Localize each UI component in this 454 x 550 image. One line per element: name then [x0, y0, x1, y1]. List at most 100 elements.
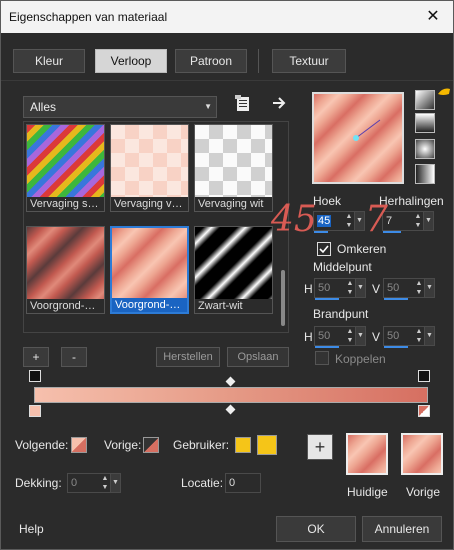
- link-checkbox[interactable]: [315, 351, 329, 365]
- thumb-caption: Vervaging v…: [111, 197, 188, 211]
- chevron-down-icon[interactable]: ▼: [424, 279, 434, 297]
- spin-updown-icon[interactable]: ▲ ▼: [100, 474, 110, 492]
- center-h-slider-bar[interactable]: [315, 298, 339, 300]
- location-value: 0: [229, 477, 236, 489]
- center-v-value: 50: [387, 282, 400, 294]
- radial-style-icon[interactable]: [415, 164, 435, 184]
- spin-updown-icon[interactable]: ▲ ▼: [413, 212, 423, 230]
- chevron-down-icon[interactable]: ▼: [110, 474, 120, 492]
- pointer-hand-icon: [437, 85, 451, 99]
- thumb-caption: Vervaging wit: [195, 197, 272, 211]
- ok-button[interactable]: OK: [276, 516, 356, 542]
- window-title: Eigenschappen van materiaal: [9, 10, 168, 24]
- remove-gradient-button[interactable]: -: [61, 347, 87, 367]
- tab-patroon[interactable]: Patroon: [175, 49, 247, 73]
- gradient-thumb-zwart-wit[interactable]: Zwart-wit: [194, 226, 273, 314]
- center-v-slider-bar[interactable]: [384, 298, 408, 300]
- dialog-footer: Help OK Annuleren: [1, 509, 453, 549]
- current-label: Huidige: [347, 485, 388, 499]
- sunburst-style-icon[interactable]: [415, 139, 435, 159]
- transparency-stop-left[interactable]: [29, 370, 41, 382]
- chevron-down-icon[interactable]: ▼: [355, 279, 365, 297]
- transparency-stop-right[interactable]: [418, 370, 430, 382]
- gradient-direction-handle[interactable]: [314, 94, 402, 182]
- center-h-value: 50: [318, 282, 331, 294]
- center-v-label: V: [372, 282, 381, 296]
- rectangular-style-icon[interactable]: [415, 113, 435, 133]
- prev-color-swatch[interactable]: [143, 437, 159, 453]
- title-bar: Eigenschappen van materiaal ✕: [1, 1, 453, 33]
- spin-updown-icon[interactable]: ▲ ▼: [344, 212, 354, 230]
- library-menu-icon[interactable]: [235, 95, 253, 113]
- chevron-down-icon[interactable]: ▼: [355, 327, 365, 345]
- tab-verloop[interactable]: Verloop: [95, 49, 167, 73]
- save-button[interactable]: Opslaan: [227, 347, 289, 367]
- linear-style-icon[interactable]: [415, 90, 435, 110]
- spin-updown-icon[interactable]: ▲ ▼: [414, 327, 424, 345]
- previous-material-swatch[interactable]: [401, 433, 443, 475]
- category-select[interactable]: Alles ▼: [23, 96, 217, 118]
- black-white-gradient-preview: [195, 227, 272, 301]
- invert-label: Omkeren: [337, 242, 387, 256]
- tab-divider: [258, 49, 259, 73]
- add-to-swatches-button[interactable]: +: [307, 434, 333, 460]
- invert-checkbox[interactable]: [317, 242, 331, 256]
- annotation-angle: 45: [271, 199, 317, 240]
- current-material-swatch[interactable]: [346, 433, 388, 475]
- chevron-down-icon[interactable]: ▼: [423, 212, 433, 230]
- add-gradient-button[interactable]: +: [23, 347, 49, 367]
- gradient-preview[interactable]: [312, 92, 404, 184]
- library-scrollbar-thumb[interactable]: [281, 270, 285, 326]
- help-link[interactable]: Help: [19, 522, 44, 536]
- gradient-thumb-vervaging-s[interactable]: Vervaging s…: [26, 124, 105, 212]
- location-input[interactable]: 0: [225, 473, 261, 493]
- focal-label: Brandpunt: [313, 307, 369, 321]
- location-label: Locatie:: [181, 476, 224, 490]
- color-midpoint[interactable]: [225, 404, 236, 415]
- gradient-thumb-vervaging-wit[interactable]: Vervaging wit: [194, 124, 273, 212]
- chevron-down-icon: ▼: [204, 102, 212, 111]
- repeats-label: Herhalingen: [379, 194, 444, 208]
- cancel-button[interactable]: Annuleren: [362, 516, 442, 542]
- center-v-input[interactable]: 50 ▲ ▼ ▼: [383, 278, 435, 300]
- white-gradient-preview: [195, 125, 272, 199]
- gradient-thumb-voorgrond-2-selected[interactable]: Voorgrond-…: [110, 226, 189, 314]
- angle-input[interactable]: 45 ▲ ▼ ▼: [313, 211, 365, 233]
- color-stop-right[interactable]: [418, 405, 430, 417]
- focal-h-value: 50: [318, 330, 331, 342]
- gradient-bar[interactable]: [34, 387, 428, 403]
- foreground-dark-gradient-preview: [27, 227, 104, 301]
- opacity-input[interactable]: 0 ▲ ▼ ▼: [67, 473, 121, 493]
- category-select-value: Alles: [30, 100, 57, 114]
- opacity-label: Dekking:: [15, 476, 62, 490]
- link-label: Koppelen: [335, 352, 386, 366]
- spin-updown-icon[interactable]: ▲ ▼: [345, 327, 355, 345]
- spin-updown-icon[interactable]: ▲ ▼: [414, 279, 424, 297]
- rainbow-gradient-preview: [27, 125, 104, 199]
- close-icon[interactable]: ✕: [423, 7, 443, 27]
- transparency-midpoint[interactable]: [225, 376, 236, 387]
- focal-v-input[interactable]: 50 ▲ ▼ ▼: [383, 326, 435, 348]
- focal-h-slider-bar[interactable]: [315, 346, 339, 348]
- restore-button[interactable]: Herstellen: [156, 347, 220, 367]
- center-h-input[interactable]: 50 ▲ ▼ ▼: [314, 278, 366, 300]
- center-label: Middelpunt: [313, 260, 372, 274]
- tab-textuur[interactable]: Textuur: [272, 49, 346, 73]
- gradient-thumb-voorgrond-1[interactable]: Voorgrond-…: [26, 226, 105, 314]
- arrow-right-icon[interactable]: [271, 95, 287, 111]
- opacity-value: 0: [71, 477, 78, 489]
- focal-v-slider-bar[interactable]: [384, 346, 408, 348]
- thumb-caption: Voorgrond-…: [27, 299, 104, 313]
- tab-kleur[interactable]: Kleur: [13, 49, 85, 73]
- repeats-input[interactable]: 7 ▲ ▼ ▼: [382, 211, 434, 233]
- thumb-caption: Vervaging s…: [27, 197, 104, 211]
- user-color-swatch[interactable]: [235, 437, 251, 453]
- next-color-swatch[interactable]: [71, 437, 87, 453]
- user-color-swatch-large[interactable]: [257, 435, 277, 455]
- chevron-down-icon[interactable]: ▼: [354, 212, 364, 230]
- color-stop-left[interactable]: [29, 405, 41, 417]
- gradient-thumb-vervaging-v[interactable]: Vervaging v…: [110, 124, 189, 212]
- chevron-down-icon[interactable]: ▼: [424, 327, 434, 345]
- spin-updown-icon[interactable]: ▲ ▼: [345, 279, 355, 297]
- focal-h-input[interactable]: 50 ▲ ▼ ▼: [314, 326, 366, 348]
